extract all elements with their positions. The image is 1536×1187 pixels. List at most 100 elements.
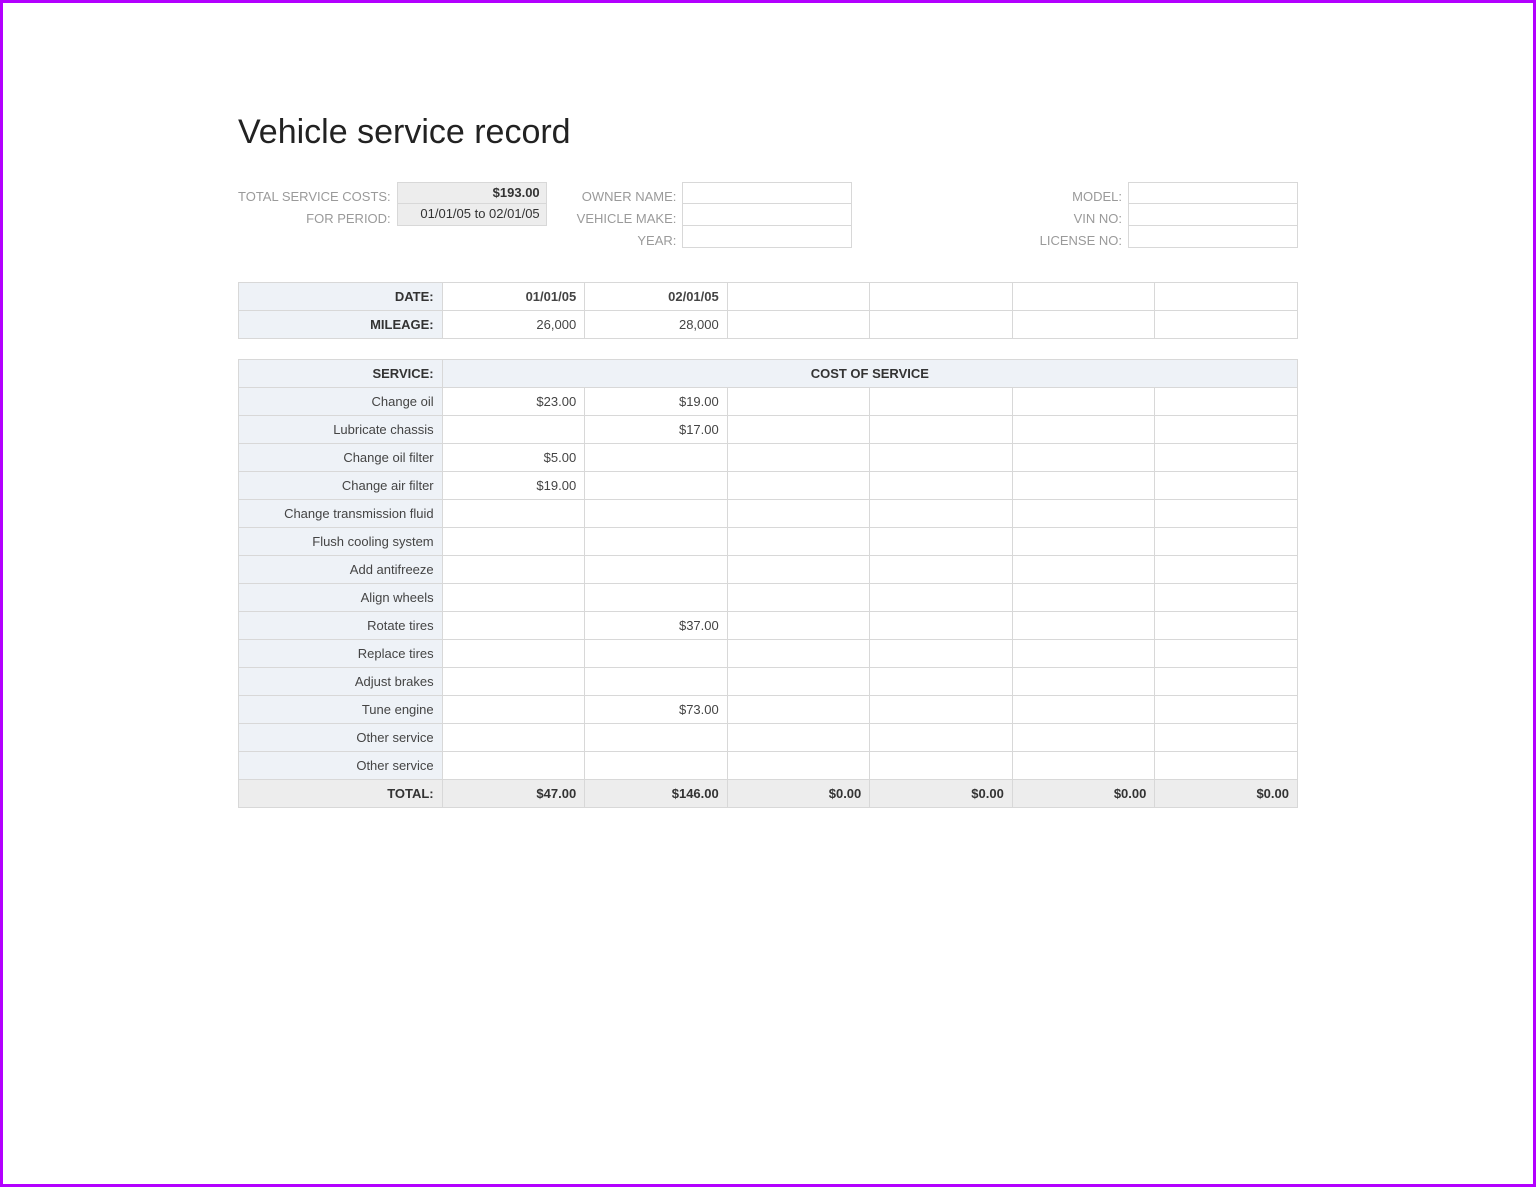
service-cost-cell[interactable] <box>585 668 728 696</box>
service-cost-cell[interactable]: $23.00 <box>442 388 585 416</box>
service-cost-cell[interactable] <box>1012 500 1155 528</box>
service-cost-cell[interactable]: $73.00 <box>585 696 728 724</box>
service-cost-cell[interactable]: $19.00 <box>442 472 585 500</box>
service-cost-cell[interactable] <box>870 388 1013 416</box>
date-col-2[interactable] <box>727 283 870 311</box>
mileage-col-0[interactable]: 26,000 <box>442 311 585 339</box>
service-cost-cell[interactable] <box>727 640 870 668</box>
service-cost-cell[interactable] <box>727 724 870 752</box>
service-cost-cell[interactable] <box>442 612 585 640</box>
service-cost-cell[interactable]: $5.00 <box>442 444 585 472</box>
input-license-no[interactable] <box>1128 226 1298 248</box>
input-vin-no[interactable] <box>1128 204 1298 226</box>
service-cost-cell[interactable] <box>442 696 585 724</box>
date-col-0[interactable]: 01/01/05 <box>442 283 585 311</box>
service-cost-cell[interactable] <box>727 416 870 444</box>
service-cost-cell[interactable]: $37.00 <box>585 612 728 640</box>
service-cost-cell[interactable] <box>1155 528 1298 556</box>
mileage-col-3[interactable] <box>870 311 1013 339</box>
service-cost-cell[interactable] <box>727 444 870 472</box>
service-cost-cell[interactable] <box>1012 556 1155 584</box>
service-cost-cell[interactable] <box>727 528 870 556</box>
input-owner-name[interactable] <box>682 182 852 204</box>
service-cost-cell[interactable] <box>585 584 728 612</box>
service-cost-cell[interactable] <box>585 640 728 668</box>
service-cost-cell[interactable] <box>1155 612 1298 640</box>
service-cost-cell[interactable] <box>1155 556 1298 584</box>
service-cost-cell[interactable] <box>1012 696 1155 724</box>
service-cost-cell[interactable] <box>870 556 1013 584</box>
service-cost-cell[interactable] <box>1155 752 1298 780</box>
service-cost-cell[interactable] <box>1155 388 1298 416</box>
mileage-col-1[interactable]: 28,000 <box>585 311 728 339</box>
service-cost-cell[interactable] <box>442 640 585 668</box>
service-cost-cell[interactable] <box>870 668 1013 696</box>
date-col-5[interactable] <box>1155 283 1298 311</box>
service-cost-cell[interactable] <box>442 416 585 444</box>
service-cost-cell[interactable] <box>870 724 1013 752</box>
service-cost-cell[interactable] <box>1012 668 1155 696</box>
service-cost-cell[interactable] <box>1155 444 1298 472</box>
service-cost-cell[interactable] <box>870 444 1013 472</box>
service-cost-cell[interactable] <box>1155 668 1298 696</box>
mileage-col-2[interactable] <box>727 311 870 339</box>
date-col-3[interactable] <box>870 283 1013 311</box>
service-cost-cell[interactable] <box>1155 696 1298 724</box>
service-cost-cell[interactable] <box>1012 528 1155 556</box>
input-model[interactable] <box>1128 182 1298 204</box>
service-cost-cell[interactable] <box>870 528 1013 556</box>
mileage-col-4[interactable] <box>1012 311 1155 339</box>
service-cost-cell[interactable] <box>870 500 1013 528</box>
service-cost-cell[interactable] <box>585 752 728 780</box>
service-cost-cell[interactable] <box>1155 584 1298 612</box>
service-cost-cell[interactable] <box>442 500 585 528</box>
service-cost-cell[interactable] <box>727 472 870 500</box>
service-cost-cell[interactable] <box>1012 388 1155 416</box>
service-cost-cell[interactable] <box>1012 472 1155 500</box>
service-cost-cell[interactable] <box>442 528 585 556</box>
date-col-4[interactable] <box>1012 283 1155 311</box>
service-cost-cell[interactable] <box>727 612 870 640</box>
service-cost-cell[interactable]: $19.00 <box>585 388 728 416</box>
service-cost-cell[interactable] <box>1012 640 1155 668</box>
service-cost-cell[interactable] <box>727 500 870 528</box>
service-cost-cell[interactable] <box>1012 444 1155 472</box>
service-cost-cell[interactable] <box>870 752 1013 780</box>
service-cost-cell[interactable] <box>585 500 728 528</box>
service-cost-cell[interactable] <box>1155 640 1298 668</box>
service-cost-cell[interactable] <box>727 556 870 584</box>
service-cost-cell[interactable] <box>870 696 1013 724</box>
service-cost-cell[interactable] <box>727 696 870 724</box>
service-cost-cell[interactable] <box>1012 752 1155 780</box>
service-cost-cell[interactable] <box>442 556 585 584</box>
service-cost-cell[interactable] <box>585 472 728 500</box>
service-cost-cell[interactable] <box>442 724 585 752</box>
service-cost-cell[interactable] <box>870 472 1013 500</box>
service-cost-cell[interactable] <box>1155 724 1298 752</box>
service-cost-cell[interactable] <box>442 584 585 612</box>
service-cost-cell[interactable] <box>727 584 870 612</box>
service-cost-cell[interactable] <box>1012 584 1155 612</box>
input-year[interactable] <box>682 226 852 248</box>
service-cost-cell[interactable] <box>727 752 870 780</box>
service-cost-cell[interactable] <box>1012 612 1155 640</box>
service-cost-cell[interactable] <box>1155 472 1298 500</box>
service-cost-cell[interactable] <box>1012 416 1155 444</box>
date-col-1[interactable]: 02/01/05 <box>585 283 728 311</box>
service-cost-cell[interactable] <box>870 584 1013 612</box>
service-cost-cell[interactable] <box>870 612 1013 640</box>
service-cost-cell[interactable] <box>585 556 728 584</box>
input-vehicle-make[interactable] <box>682 204 852 226</box>
mileage-col-5[interactable] <box>1155 311 1298 339</box>
service-cost-cell[interactable] <box>727 668 870 696</box>
service-cost-cell[interactable] <box>727 388 870 416</box>
service-cost-cell[interactable] <box>870 416 1013 444</box>
service-cost-cell[interactable] <box>1155 416 1298 444</box>
service-cost-cell[interactable] <box>1012 724 1155 752</box>
service-cost-cell[interactable] <box>585 528 728 556</box>
service-cost-cell[interactable] <box>1155 500 1298 528</box>
service-cost-cell[interactable]: $17.00 <box>585 416 728 444</box>
service-cost-cell[interactable] <box>442 752 585 780</box>
service-cost-cell[interactable] <box>585 444 728 472</box>
service-cost-cell[interactable] <box>442 668 585 696</box>
